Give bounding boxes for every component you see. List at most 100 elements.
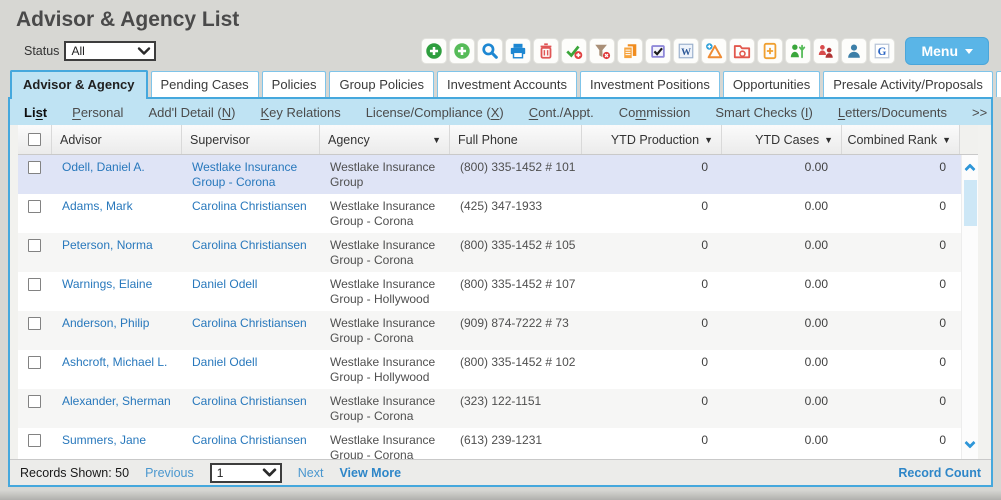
table-row[interactable]: Odell, Daniel A. Westlake Insurance Grou… <box>18 155 978 194</box>
ytd-production-cell: 0 <box>701 355 708 369</box>
filter-icon[interactable]: ▼ <box>432 135 441 145</box>
advisor-link[interactable]: Adams, Mark <box>62 199 133 213</box>
row-checkbox[interactable] <box>28 395 41 408</box>
group-red-icon[interactable] <box>813 38 840 64</box>
advisor-link[interactable]: Ashcroft, Michael L. <box>62 355 167 369</box>
tab-opportunities[interactable]: Opportunities <box>722 71 821 97</box>
alert-add-icon[interactable] <box>701 38 728 64</box>
row-checkbox[interactable] <box>28 239 41 252</box>
submenu-more[interactable]: >> <box>972 105 987 120</box>
submenu-commission[interactable]: Commission <box>619 105 691 120</box>
print-icon[interactable] <box>505 38 532 64</box>
add-icon[interactable] <box>449 38 476 64</box>
ytd-production-cell: 0 <box>701 238 708 252</box>
submenu-addl-detail[interactable]: Add'l Detail (N) <box>148 105 235 120</box>
tab-policies[interactable]: Policies <box>261 71 327 97</box>
row-checkbox[interactable] <box>28 356 41 369</box>
advisor-link[interactable]: Odell, Daniel A. <box>62 160 145 174</box>
select-all-checkbox[interactable] <box>28 133 41 146</box>
combined-rank-cell: 0 <box>939 355 946 369</box>
tab-investment-positions[interactable]: Investment Positions <box>579 71 720 97</box>
row-checkbox[interactable] <box>28 278 41 291</box>
add-dark-icon[interactable] <box>421 38 448 64</box>
filter-icon[interactable]: ▼ <box>704 135 713 145</box>
scrollbar-thumb[interactable] <box>964 180 977 226</box>
supervisor-link[interactable]: Carolina Christiansen <box>192 433 307 447</box>
table-row[interactable]: Anderson, Philip Carolina Christiansen W… <box>18 311 978 350</box>
submenu-list[interactable]: List <box>24 105 47 120</box>
column-header-agency[interactable]: Agency ▼ <box>320 125 450 154</box>
check-add-icon[interactable] <box>561 38 588 64</box>
file-add-icon[interactable] <box>757 38 784 64</box>
table-row[interactable]: Summers, Jane Carolina Christiansen West… <box>18 428 978 459</box>
menu-button[interactable]: Menu <box>905 37 989 65</box>
tab-group-policies[interactable]: Group Policies <box>329 71 435 97</box>
status-select[interactable]: All <box>64 41 157 61</box>
search-icon[interactable] <box>477 38 504 64</box>
table-row[interactable]: Alexander, Sherman Carolina Christiansen… <box>18 389 978 428</box>
advisor-link[interactable]: Summers, Jane <box>62 433 146 447</box>
column-header-combined-rank[interactable]: Combined Rank ▼ <box>842 125 960 154</box>
scroll-down-icon[interactable] <box>964 437 976 449</box>
column-header-ytd-production[interactable]: YTD Production ▼ <box>582 125 722 154</box>
supervisor-link[interactable]: Westlake Insurance Group - Corona <box>192 160 297 189</box>
table-row[interactable]: Ashcroft, Michael L. Daniel Odell Westla… <box>18 350 978 389</box>
supervisor-link[interactable]: Daniel Odell <box>192 277 257 291</box>
folder-settings-icon[interactable] <box>729 38 756 64</box>
advisor-link[interactable]: Alexander, Sherman <box>62 394 171 408</box>
tasks-checkbox-icon[interactable] <box>645 38 672 64</box>
column-header-ytd-cases[interactable]: YTD Cases ▼ <box>722 125 842 154</box>
submenu-cont-appt[interactable]: Cont./Appt. <box>529 105 594 120</box>
next-button[interactable]: Next <box>298 466 324 480</box>
previous-button[interactable]: Previous <box>145 466 194 480</box>
supervisor-link[interactable]: Carolina Christiansen <box>192 238 307 252</box>
column-header-full-phone[interactable]: Full Phone <box>450 125 582 154</box>
tab-presale-activity[interactable]: Presale Activity/Proposals <box>823 71 993 97</box>
row-checkbox[interactable] <box>28 200 41 213</box>
filter-clear-icon[interactable] <box>589 38 616 64</box>
column-header-supervisor[interactable]: Supervisor <box>182 125 320 154</box>
agency-cell: Westlake Insurance Group - Corona <box>330 316 436 345</box>
phone-cell: (425) 347-1933 <box>460 199 543 213</box>
submenu-smart-checks[interactable]: Smart Checks (I) <box>715 105 813 120</box>
tab-investment-accounts[interactable]: Investment Accounts <box>437 71 577 97</box>
tab-bar: Advisor & Agency Pending Cases Policies … <box>10 70 1001 99</box>
supervisor-link[interactable]: Carolina Christiansen <box>192 394 307 408</box>
svg-text:W: W <box>682 47 692 58</box>
column-header-advisor[interactable]: Advisor <box>52 125 182 154</box>
tab-pending-cases[interactable]: Pending Cases <box>150 71 259 97</box>
controls-row: Status All W G Menu <box>16 36 989 66</box>
filter-icon[interactable]: ▼ <box>824 135 833 145</box>
page-select[interactable]: 1 <box>209 462 282 483</box>
tab-more[interactable]: >> <box>995 71 1001 97</box>
advisor-link[interactable]: Anderson, Philip <box>62 316 149 330</box>
record-count-button[interactable]: Record Count <box>898 466 981 480</box>
advisors-green-icon[interactable] <box>785 38 812 64</box>
advisor-link[interactable]: Peterson, Norma <box>62 238 153 252</box>
delete-icon[interactable] <box>533 38 560 64</box>
contact-blue-icon[interactable] <box>841 38 868 64</box>
supervisor-link[interactable]: Carolina Christiansen <box>192 316 307 330</box>
submenu-letters-documents[interactable]: Letters/Documents <box>838 105 947 120</box>
submenu-personal[interactable]: Personal <box>72 105 123 120</box>
table-row[interactable]: Warnings, Elaine Daniel Odell Westlake I… <box>18 272 978 311</box>
supervisor-link[interactable]: Daniel Odell <box>192 355 257 369</box>
filter-icon[interactable]: ▼ <box>942 135 951 145</box>
table-row[interactable]: Peterson, Norma Carolina Christiansen We… <box>18 233 978 272</box>
toolbar: W G Menu <box>421 37 989 65</box>
advisor-link[interactable]: Warnings, Elaine <box>62 277 152 291</box>
view-more-button[interactable]: View More <box>339 466 401 480</box>
table-row[interactable]: Adams, Mark Carolina Christiansen Westla… <box>18 194 978 233</box>
tab-advisor-agency[interactable]: Advisor & Agency <box>10 70 148 99</box>
row-checkbox[interactable] <box>28 434 41 447</box>
submenu-license-compliance[interactable]: License/Compliance (X) <box>366 105 504 120</box>
vertical-scrollbar[interactable] <box>961 155 978 459</box>
supervisor-link[interactable]: Carolina Christiansen <box>192 199 307 213</box>
notes-icon[interactable] <box>617 38 644 64</box>
row-checkbox[interactable] <box>28 317 41 330</box>
google-icon[interactable]: G <box>869 38 896 64</box>
submenu-key-relations[interactable]: Key Relations <box>260 105 340 120</box>
scroll-up-icon[interactable] <box>964 163 976 175</box>
word-doc-icon[interactable]: W <box>673 38 700 64</box>
row-checkbox[interactable] <box>28 161 41 174</box>
